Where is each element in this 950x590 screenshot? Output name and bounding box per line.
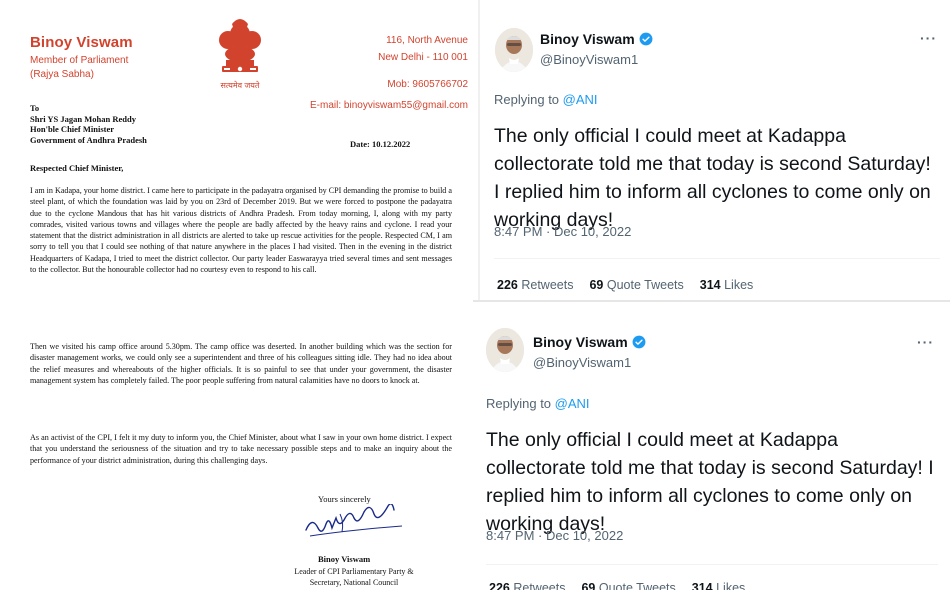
recipient-block: To Shri YS Jagan Mohan Reddy Hon'ble Chi… [30,103,147,145]
handwritten-signature [305,504,403,537]
likes-label: Likes [716,581,746,590]
profile-photo-icon [495,28,533,72]
recipient-name: Shri YS Jagan Mohan Reddy [30,113,136,124]
tweet-stats: 226 Retweets 69 Quote Tweets 314 Likes [497,278,753,292]
display-name-text: Binoy Viswam [533,334,628,350]
mention-link[interactable]: @ANI [555,396,590,411]
likes-count: 314 [691,581,713,590]
retweets-stat[interactable]: 226 Retweets [489,581,565,590]
more-options-icon[interactable]: ··· [920,30,937,46]
quotes-label: Quote Tweets [606,278,684,292]
more-options-icon[interactable]: ··· [917,334,934,350]
letter-document: Binoy Viswam Member of Parliament (Rajya… [0,0,478,590]
tweet-timestamp[interactable]: 8:47 PM · Dec 10, 2022 [486,528,623,543]
letterhead-left: Binoy Viswam Member of Parliament (Rajya… [30,34,133,82]
signatory-role-line-1: Leader of CPI Parliamentary Party & [294,567,414,576]
letter-paragraph: As an activist of the CPI, I felt it my … [30,433,452,465]
avatar[interactable] [495,28,533,72]
letter-paragraph: Then we visited his camp office around 5… [30,342,452,385]
quotes-stat[interactable]: 69 Quote Tweets [581,581,675,590]
mobile-number: Mob: 9605766702 [387,79,468,90]
recipient-govt: Government of Andhra Pradesh [30,134,147,145]
recipient-title: Hon'ble Chief Minister [30,124,115,134]
tweet-text: The only official I could meet at Kadapp… [494,125,931,231]
user-handle[interactable]: @BinoyViswam1 [533,355,631,370]
likes-count: 314 [699,278,721,292]
likes-stat[interactable]: 314 Likes [692,581,746,590]
address-line-1: 116, North Avenue [386,35,468,46]
display-name[interactable]: Binoy Viswam [533,334,646,350]
letter-date: Date: 10.12.2022 [350,139,411,149]
signatory-role-line-2: Secretary, National Council [309,578,399,587]
stats-divider [494,258,940,259]
tweet-timestamp[interactable]: 8:47 PM · Dec 10, 2022 [494,224,631,239]
replying-to-prefix: Replying to [486,396,552,411]
verified-badge-icon [639,32,653,46]
email-address: E-mail: binoyviswam55@gmail.com [310,100,468,111]
to-label: To [30,103,40,113]
retweets-label: Retweets [521,278,574,292]
likes-label: Likes [724,278,754,292]
signatory-name: Binoy Viswam [318,554,371,564]
letterhead-title: Member of Parliament [30,55,129,66]
address-line-2: New Delhi - 110 001 [378,52,468,63]
signatory-role: Leader of CPI Parliamentary Party & Secr… [274,566,434,588]
quotes-count: 69 [581,581,596,590]
retweets-stat[interactable]: 226 Retweets [497,278,573,292]
profile-photo-icon [486,328,524,372]
retweets-label: Retweets [513,581,566,590]
tweet-card: Binoy Viswam @BinoyViswam1 ··· Replying … [480,0,950,300]
quotes-stat[interactable]: 69 Quote Tweets [589,278,683,292]
mention-link[interactable]: @ANI [563,92,598,107]
tweet-text: The only official I could meet at Kadapp… [486,429,934,535]
verified-badge-icon [632,335,646,349]
stats-divider [486,564,938,565]
quotes-count: 69 [589,278,604,292]
letter-paragraph: I am in Kadapa, your home district. I ca… [30,186,452,275]
retweets-count: 226 [497,278,518,292]
display-name[interactable]: Binoy Viswam [540,31,653,47]
replying-to: Replying to @ANI [486,396,590,411]
replying-to-prefix: Replying to [494,92,560,107]
salutation: Respected Chief Minister, [30,163,124,173]
display-name-text: Binoy Viswam [540,31,635,47]
replying-to: Replying to @ANI [494,92,598,107]
retweets-count: 226 [489,581,510,590]
letterhead-name: Binoy Viswam [30,34,133,51]
user-handle[interactable]: @BinoyViswam1 [540,52,638,67]
emblem-motto: सत्यमेव जयते [220,81,260,90]
likes-stat[interactable]: 314 Likes [700,278,754,292]
closing: Yours sincerely [318,494,371,504]
letterhead-house: (Rajya Sabha) [30,69,94,80]
quotes-label: Quote Tweets [598,581,676,590]
tweet-stats: 226 Retweets 69 Quote Tweets 314 Likes [489,581,745,590]
letterhead-right: 116, North Avenue New Delhi - 110 001 Mo… [310,32,468,114]
tweet-card: Binoy Viswam @BinoyViswam1 ··· Replying … [473,300,950,590]
avatar[interactable] [486,328,524,372]
